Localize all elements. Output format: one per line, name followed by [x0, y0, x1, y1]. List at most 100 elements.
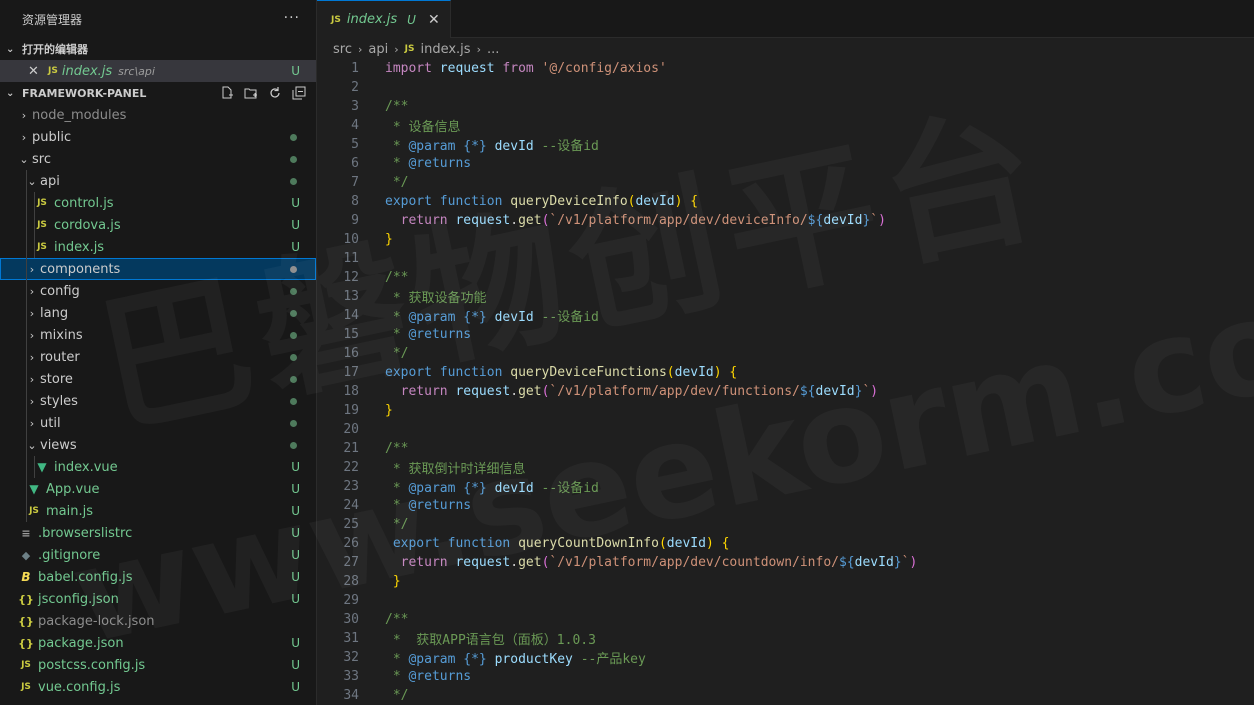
- tree-item-label: postcss.config.js: [38, 657, 146, 673]
- tree-file[interactable]: JS vue.config.js U: [0, 676, 316, 698]
- tree-folder[interactable]: › public: [0, 126, 316, 148]
- tree-file[interactable]: JS cordova.js U: [0, 214, 316, 236]
- code-token: productKey: [494, 652, 573, 667]
- tree-folder[interactable]: › styles: [0, 390, 316, 412]
- code-token: {*}: [463, 481, 487, 496]
- code-token: @returns: [408, 669, 472, 684]
- js-file-icon: JS: [37, 242, 47, 252]
- indent-guide: [26, 280, 27, 302]
- code-token: devId: [666, 536, 706, 551]
- code-token: get: [518, 384, 542, 399]
- breadcrumb-symbol[interactable]: ...: [487, 42, 499, 57]
- close-icon[interactable]: ✕: [28, 64, 48, 79]
- explorer-sidebar: 资源管理器 ··· ⌄ 打开的编辑器 ✕ JS index.js src\api…: [0, 0, 317, 705]
- code-token: export: [385, 194, 432, 209]
- project-header[interactable]: ⌄ FRAMEWORK-PANEL: [0, 82, 316, 104]
- status-badge: U: [291, 570, 300, 584]
- tree-file[interactable]: ◆ .gitignore U: [0, 544, 316, 566]
- line-number: 21: [343, 441, 359, 456]
- tree-folder[interactable]: › node_modules: [0, 104, 316, 126]
- line-text: export function queryCountDownInfo(devId…: [385, 536, 730, 551]
- code-token: --设备id: [533, 310, 599, 325]
- code-token: (: [658, 536, 667, 551]
- tree-folder[interactable]: ⌄ views: [0, 434, 316, 456]
- tree-item-label: babel.config.js: [38, 569, 133, 585]
- tree-folder[interactable]: › config: [0, 280, 316, 302]
- tree-file[interactable]: ≡ .browserslistrc U: [0, 522, 316, 544]
- tree-file[interactable]: ▼ index.vue U: [0, 456, 316, 478]
- code-line: 2: [317, 78, 1254, 97]
- tree-file[interactable]: Bbabel.config.js U: [0, 566, 316, 588]
- tree-folder[interactable]: › util: [0, 412, 316, 434]
- status-dot: [290, 397, 297, 405]
- code-token: function: [439, 194, 503, 209]
- line-number: 4: [351, 118, 359, 133]
- indent-guide: [26, 478, 27, 500]
- line-text: /**: [385, 441, 408, 456]
- line-number: 29: [343, 593, 359, 608]
- code-token: {*}: [463, 139, 487, 154]
- tree-file[interactable]: {} package.json U: [0, 632, 316, 654]
- tree-file[interactable]: ▼ App.vue U: [0, 478, 316, 500]
- line-number: 20: [343, 422, 359, 437]
- status-dot: [290, 353, 297, 361]
- breadcrumb-src[interactable]: src: [333, 42, 352, 57]
- line-text: }: [385, 232, 393, 247]
- code-editor[interactable]: 1 import request from '@/config/axios' 2 3/…: [317, 59, 1254, 705]
- refresh-icon[interactable]: [266, 84, 284, 102]
- line-number: 12: [343, 270, 359, 285]
- js-file-icon: JS: [21, 682, 31, 692]
- tab-index-js[interactable]: JS index.js U ✕: [317, 0, 451, 38]
- tree-file[interactable]: JS main.js U: [0, 500, 316, 522]
- code-token: /**: [385, 441, 409, 456]
- tree-item-label: cordova.js: [54, 217, 121, 233]
- line-number: 3: [351, 99, 359, 114]
- tree-file[interactable]: {} package-lock.json: [0, 610, 316, 632]
- tree-file[interactable]: JS postcss.config.js U: [0, 654, 316, 676]
- tree-folder[interactable]: › components: [0, 258, 316, 280]
- code-token: --产品key: [572, 652, 646, 667]
- tree-folder[interactable]: › lang: [0, 302, 316, 324]
- tree-folder[interactable]: ⌄ src: [0, 148, 316, 170]
- new-folder-icon[interactable]: [242, 84, 260, 102]
- line-number: 8: [351, 194, 359, 209]
- collapse-all-icon[interactable]: [290, 84, 308, 102]
- tree-item-label: main.js: [46, 503, 93, 519]
- code-line: 23 * @param {*} devId --设备id: [317, 477, 1254, 496]
- status-badge: U: [291, 482, 300, 496]
- tree-file[interactable]: JS control.js U: [0, 192, 316, 214]
- tree-folder[interactable]: › router: [0, 346, 316, 368]
- close-icon[interactable]: ✕: [428, 12, 440, 28]
- more-actions-icon[interactable]: ···: [284, 10, 300, 26]
- indent-guide: [26, 456, 27, 478]
- line-text: /**: [385, 99, 408, 114]
- project-actions: [218, 84, 308, 102]
- code-token: request: [455, 555, 511, 570]
- editor-area: JS index.js U ✕ src › api › JS index.js …: [317, 0, 1254, 705]
- line-text: * @returns: [385, 327, 471, 342]
- code-token: get: [518, 213, 542, 228]
- code-token: ): [870, 384, 879, 399]
- tab-status: U: [407, 12, 416, 27]
- chevron-down-icon: ⌄: [6, 87, 15, 99]
- tree-file[interactable]: {} jsconfig.json U: [0, 588, 316, 610]
- code-token: request: [455, 213, 511, 228]
- tree-folder[interactable]: ⌄ api: [0, 170, 316, 192]
- tree-folder[interactable]: › mixins: [0, 324, 316, 346]
- line-number: 27: [343, 555, 359, 570]
- new-file-icon[interactable]: [218, 84, 236, 102]
- open-editor-item[interactable]: ✕ JS index.js src\api U: [0, 60, 316, 82]
- code-token: --设备id: [533, 481, 599, 496]
- code-token: export: [392, 536, 440, 551]
- tree-file[interactable]: JS index.js U: [0, 236, 316, 258]
- code-token: devId: [494, 139, 534, 154]
- breadcrumb-file[interactable]: index.js: [420, 42, 470, 57]
- tree-folder[interactable]: › store: [0, 368, 316, 390]
- indent-guide: [26, 434, 27, 456]
- open-editors-header[interactable]: ⌄ 打开的编辑器: [0, 38, 316, 60]
- breadcrumb-api[interactable]: api: [368, 42, 388, 57]
- js-file-icon: JS: [21, 660, 31, 670]
- indent-guide: [26, 236, 27, 258]
